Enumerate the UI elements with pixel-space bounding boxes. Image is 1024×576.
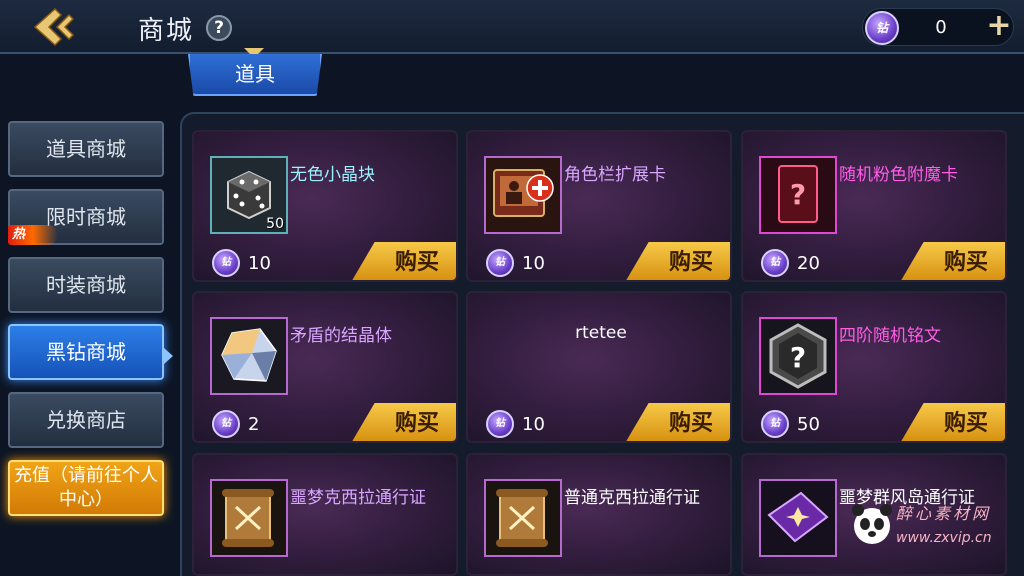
- hot-badge: 热: [8, 225, 58, 245]
- watermark-url: www.zxvip.cn: [896, 530, 992, 546]
- scroll-icon: [486, 481, 560, 555]
- scroll-icon: [212, 481, 286, 555]
- buy-button[interactable]: 购买: [624, 242, 730, 280]
- currency-display: 钻 0 +: [862, 8, 1014, 46]
- sidebar-item-recharge[interactable]: 充值（请前往个人中心）: [8, 460, 164, 516]
- shop-item-card[interactable]: 噩梦克西拉通行证: [192, 453, 458, 576]
- shop-item-card[interactable]: 矛盾的结晶体 钻 2 购买: [192, 291, 458, 443]
- help-icon[interactable]: ?: [206, 15, 232, 41]
- item-price: 钻 50: [761, 409, 820, 439]
- item-name: 无色小晶块: [290, 165, 375, 185]
- watermark-text: 醉心素材网: [896, 504, 992, 523]
- ticket-icon: [761, 481, 835, 555]
- hexagon-question-icon: ?: [761, 319, 835, 393]
- active-indicator: [164, 348, 173, 364]
- item-name: 普通克西拉通行证: [564, 488, 700, 508]
- crystal-icon: [212, 319, 286, 393]
- page-title: 商城: [138, 16, 195, 46]
- diamond-coin-icon: 钻: [865, 11, 899, 45]
- price-value: 2: [248, 413, 260, 435]
- item-icon-frame: 50: [210, 156, 288, 234]
- item-name: 噩梦克西拉通行证: [290, 488, 426, 508]
- price-value: 10: [248, 252, 271, 274]
- diamond-coin-icon: 钻: [486, 249, 514, 277]
- item-icon-frame: [484, 156, 562, 234]
- shop-item-card[interactable]: 角色栏扩展卡 钻 10 购买: [466, 130, 732, 282]
- item-name: rtetee: [575, 323, 627, 343]
- sidebar-item-item-shop[interactable]: 道具商城: [8, 121, 164, 177]
- item-price: 钻 2: [212, 409, 259, 439]
- diamond-coin-icon: 钻: [486, 410, 514, 438]
- price-value: 20: [797, 252, 820, 274]
- buy-button[interactable]: 购买: [899, 403, 1005, 441]
- item-price: 钻 20: [761, 248, 820, 278]
- diamond-coin-icon: 钻: [212, 410, 240, 438]
- back-button[interactable]: [30, 6, 86, 48]
- buy-button[interactable]: 购买: [350, 242, 456, 280]
- item-name: 角色栏扩展卡: [564, 165, 666, 185]
- panda-logo-icon: [852, 504, 892, 544]
- currency-value: 0: [935, 17, 947, 38]
- shop-item-card[interactable]: ? 随机粉色附魔卡 钻 20 购买: [741, 130, 1007, 282]
- watermark: 醉心素材网 www.zxvip.cn: [848, 498, 1018, 558]
- item-icon-frame: [210, 479, 288, 557]
- item-quantity: 50: [266, 216, 284, 232]
- back-arrow-icon: [33, 7, 75, 47]
- item-name: 矛盾的结晶体: [290, 326, 392, 346]
- item-price: 钻 10: [486, 409, 545, 439]
- slot-card-icon: [486, 158, 560, 232]
- item-name: 四阶随机铭文: [839, 326, 941, 346]
- diamond-coin-icon: 钻: [761, 249, 789, 277]
- buy-button[interactable]: 购买: [350, 403, 456, 441]
- item-name: 随机粉色附魔卡: [839, 165, 958, 185]
- sidebar-item-fashion-shop[interactable]: 时装商城: [8, 257, 164, 313]
- item-icon-frame: ?: [759, 156, 837, 234]
- sidebar: 道具商城 限时商城 热 时装商城 黑钻商城 兑换商店 充值（请前往个人中心）: [0, 108, 180, 576]
- top-bar: 商城 ? 钻 0 +: [0, 0, 1024, 54]
- item-price: 钻 10: [212, 248, 271, 278]
- sidebar-item-exchange-store[interactable]: 兑换商店: [8, 392, 164, 448]
- tab-items[interactable]: 道具: [188, 54, 322, 96]
- shop-item-card[interactable]: 50 无色小晶块 钻 10 购买: [192, 130, 458, 282]
- diamond-coin-icon: 钻: [212, 249, 240, 277]
- shop-item-card[interactable]: rtetee 钻 10 购买: [466, 291, 732, 443]
- shop-item-card[interactable]: ? 四阶随机铭文 钻 50 购买: [741, 291, 1007, 443]
- shop-item-card[interactable]: 普通克西拉通行证: [466, 453, 732, 576]
- sidebar-item-black-diamond-shop[interactable]: 黑钻商城: [8, 324, 164, 380]
- price-value: 50: [797, 413, 820, 435]
- buy-button[interactable]: 购买: [624, 403, 730, 441]
- diamond-coin-icon: 钻: [761, 410, 789, 438]
- buy-button[interactable]: 购买: [899, 242, 1005, 280]
- svg-text:?: ?: [790, 178, 806, 211]
- item-icon-frame: [210, 317, 288, 395]
- add-currency-button[interactable]: +: [985, 10, 1013, 44]
- svg-text:?: ?: [790, 341, 806, 374]
- mystery-card-icon: ?: [761, 158, 835, 232]
- price-value: 10: [522, 413, 545, 435]
- item-price: 钻 10: [486, 248, 545, 278]
- item-icon-frame: [759, 479, 837, 557]
- item-icon-frame: [484, 479, 562, 557]
- item-icon-frame: ?: [759, 317, 837, 395]
- price-value: 10: [522, 252, 545, 274]
